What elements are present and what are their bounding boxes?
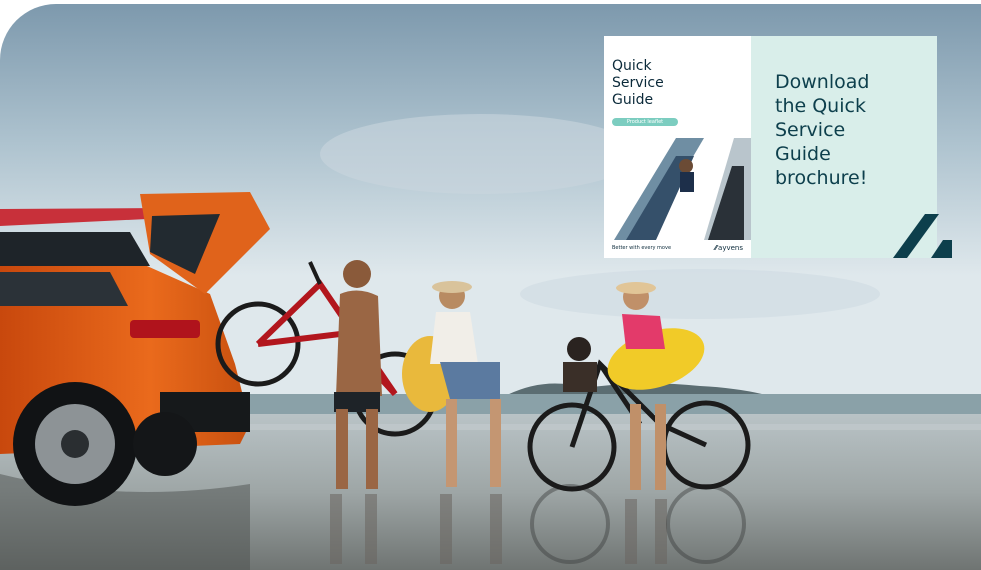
cover-brand: ⁄⁄ayvens <box>715 244 743 252</box>
ayvens-mark-icon <box>893 214 952 258</box>
cta-line: Service <box>775 119 846 141</box>
cta-line: Guide <box>775 143 831 165</box>
cta-line: brochure! <box>775 167 868 189</box>
cta-line: Download <box>775 71 870 93</box>
download-cta[interactable]: Download the Quick Service Guide brochur… <box>775 70 925 190</box>
cover-title-line: Service <box>612 75 664 91</box>
cover-badge: Product leaflet <box>612 118 678 126</box>
cover-brand-name: ayvens <box>718 244 743 252</box>
cover-title-line: Guide <box>612 92 654 108</box>
cover-title: Quick Service Guide <box>612 58 732 109</box>
cover-photo-icon <box>614 138 751 240</box>
brochure-promo[interactable]: Quick Service Guide Product leaflet Bett… <box>604 36 937 258</box>
ayvens-logo-icon: ⁄⁄ <box>714 244 718 252</box>
cover-tagline: Better with every move <box>612 245 672 251</box>
cover-title-line: Quick <box>612 58 652 74</box>
brochure-cover[interactable]: Quick Service Guide Product leaflet Bett… <box>604 36 751 258</box>
banner: Quick Service Guide Product leaflet Bett… <box>0 0 981 570</box>
cta-line: the Quick <box>775 95 866 117</box>
